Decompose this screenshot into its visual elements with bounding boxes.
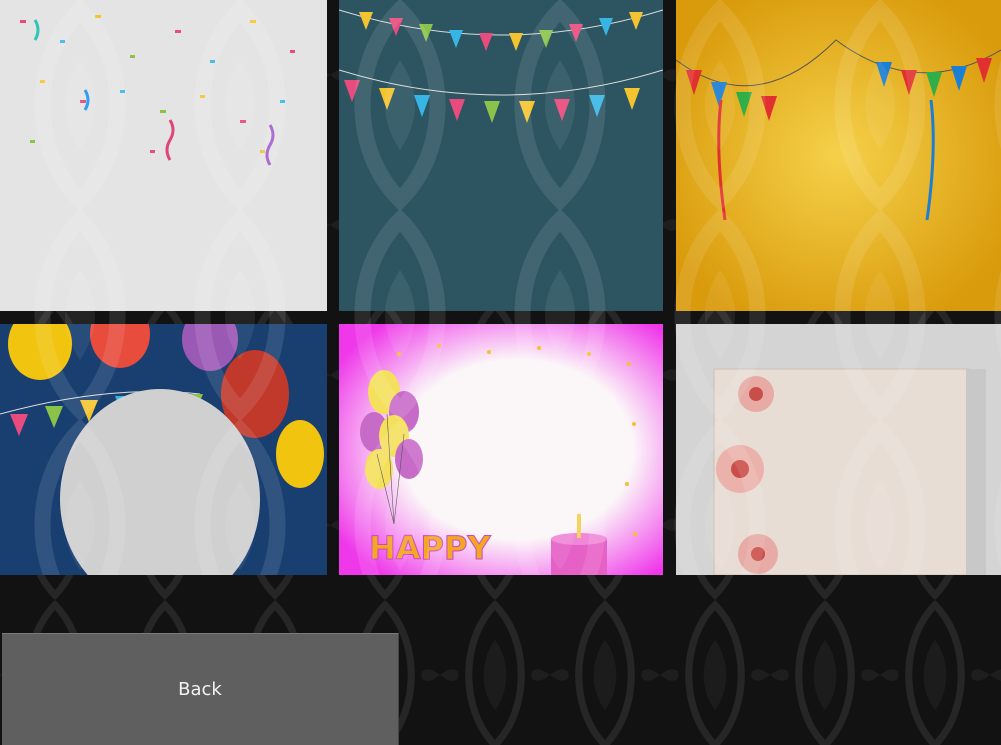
back-button-label: Back [178,679,222,700]
card-template-floral[interactable] [676,324,1001,575]
back-button[interactable]: Back [2,633,399,745]
card-template-teal-bunting[interactable] [339,0,663,311]
card-template-happy[interactable]: HAPPY [339,324,663,575]
card-template-yellow-bunting[interactable] [676,0,1001,311]
happy-text: HAPPY [369,529,491,567]
card-template-confetti[interactable] [0,0,327,311]
card-template-balloons[interactable] [0,324,327,575]
